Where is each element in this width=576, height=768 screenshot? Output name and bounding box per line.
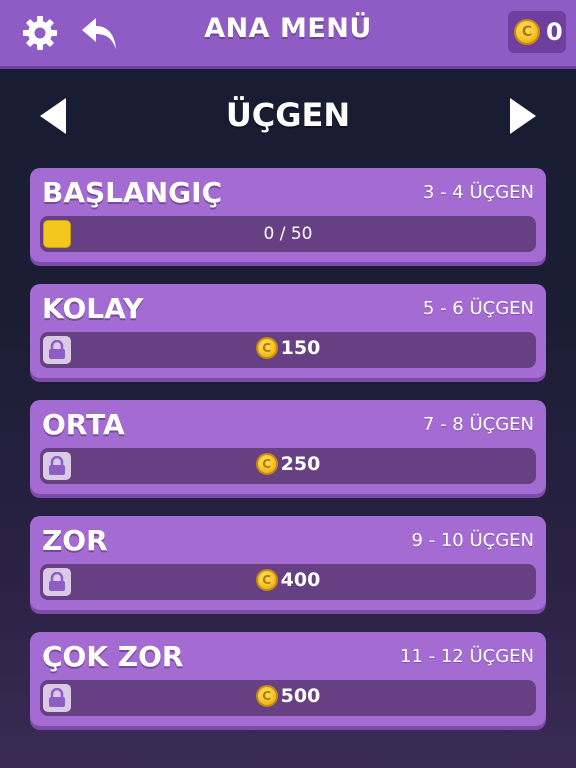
progress-text: 0 / 50: [263, 224, 313, 244]
coin-balance[interactable]: 0: [508, 11, 566, 53]
coin-icon: [514, 19, 540, 45]
shape-selector: ÜÇGEN: [0, 88, 576, 144]
cost-value: 500: [280, 685, 321, 707]
unlock-cost: 400: [40, 569, 536, 591]
unlock-bar: 250: [40, 448, 536, 484]
unlock-bar: 400: [40, 564, 536, 600]
level-card-orta[interactable]: ORTA 7 - 8 ÜÇGEN 250: [30, 400, 546, 494]
unlock-cost: 250: [40, 453, 536, 475]
level-name: KOLAY: [42, 292, 144, 325]
level-card-kolay[interactable]: KOLAY 5 - 6 ÜÇGEN 150: [30, 284, 546, 378]
cost-value: 400: [280, 569, 321, 591]
unlock-cost: 500: [40, 685, 536, 707]
page-title: ANA MENÜ: [204, 13, 372, 44]
level-range: 7 - 8 ÜÇGEN: [422, 414, 534, 435]
level-name: BAŞLANGIÇ: [42, 176, 223, 209]
level-name: ORTA: [42, 408, 125, 441]
progress-bar: 0 / 50: [40, 216, 536, 252]
coin-icon: [255, 453, 278, 475]
top-bar: ANA MENÜ 0: [0, 0, 576, 69]
cost-value: 150: [280, 337, 321, 359]
level-range: 9 - 10 ÜÇGEN: [411, 530, 534, 551]
triangle-right-icon[interactable]: [508, 96, 538, 136]
level-name: ÇOK ZOR: [42, 640, 184, 673]
level-range: 11 - 12 ÜÇGEN: [400, 646, 534, 667]
unlock-bar: 150: [40, 332, 536, 368]
shape-title: ÜÇGEN: [225, 96, 351, 134]
coin-icon: [255, 685, 278, 707]
cost-value: 250: [280, 453, 321, 475]
level-range: 3 - 4 ÜÇGEN: [422, 182, 534, 203]
level-card-cok-zor[interactable]: ÇOK ZOR 11 - 12 ÜÇGEN 500: [30, 632, 546, 726]
level-name: ZOR: [42, 524, 108, 557]
level-card-zor[interactable]: ZOR 9 - 10 ÜÇGEN 400: [30, 516, 546, 610]
coin-icon: [255, 569, 278, 591]
unlock-bar: 500: [40, 680, 536, 716]
level-card-baslangic[interactable]: BAŞLANGIÇ 3 - 4 ÜÇGEN 0 / 50: [30, 168, 546, 262]
coin-icon: [255, 337, 278, 359]
level-range: 5 - 6 ÜÇGEN: [422, 298, 534, 319]
unlock-cost: 150: [40, 337, 536, 359]
coin-count: 0: [546, 18, 563, 46]
